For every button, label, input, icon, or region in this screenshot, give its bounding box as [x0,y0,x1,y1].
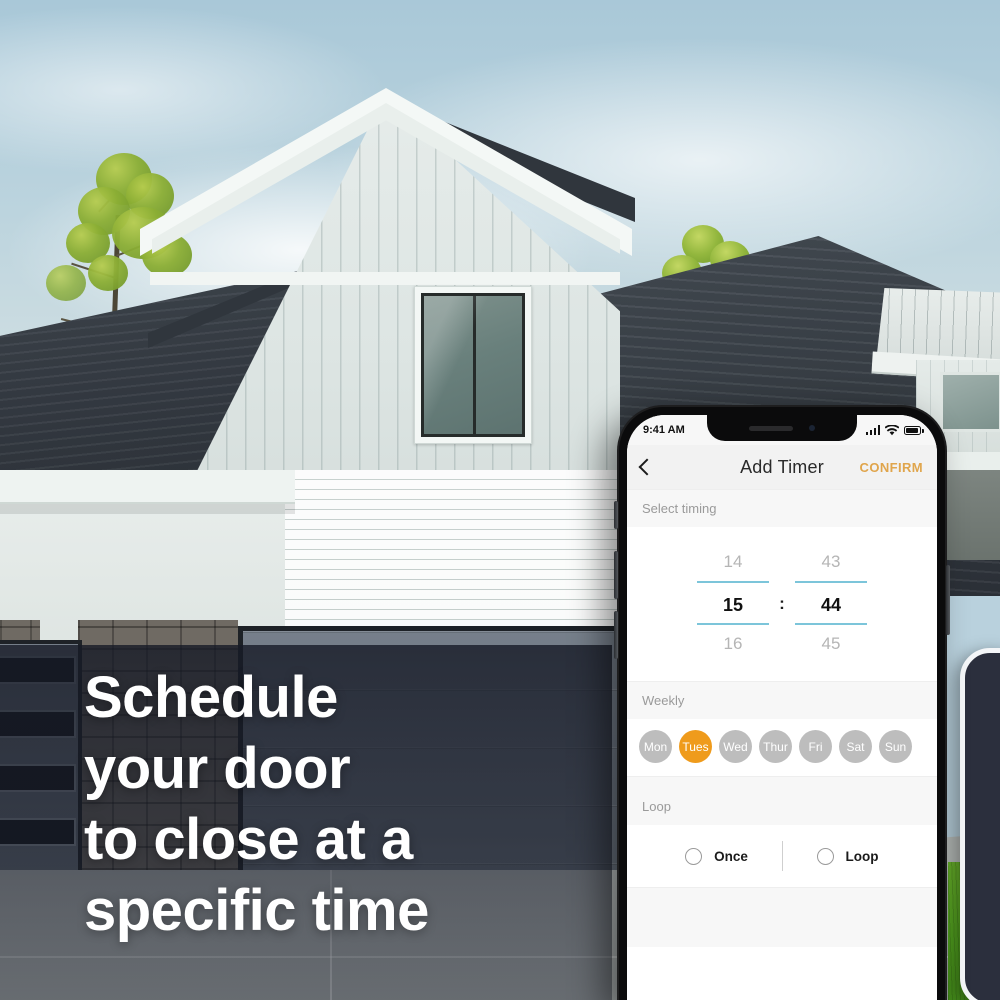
time-picker[interactable]: 14 15 16 : 43 44 45 [627,527,937,681]
loop-label: Loop [627,776,937,825]
phone-screen: 9:41 AM Add Timer CONFIRM Select timing [627,415,937,1000]
cellular-bars-icon [865,425,880,435]
phone-mockup: 9:41 AM Add Timer CONFIRM Select timing [614,405,950,1000]
screen-bottom-filler [627,887,937,947]
radio-once-icon[interactable] [685,847,703,865]
hour-next[interactable]: 16 [697,625,769,663]
day-pill-wed[interactable]: Wed [719,730,752,763]
confirm-button[interactable]: CONFIRM [860,460,923,475]
app-navbar: Add Timer CONFIRM [627,445,937,489]
headline-line-3: to close at a [84,807,413,872]
secondary-phone-mockup [960,648,1000,1000]
loop-option-once-label: Once [714,848,748,864]
minute-selected[interactable]: 44 [795,581,867,625]
battery-icon [904,425,924,435]
earpiece-speaker-icon [749,425,793,431]
front-soffit-shadow [0,504,295,514]
headline-line-1: Schedule [84,665,338,730]
status-bar-indicators [865,424,924,436]
loop-option-once[interactable]: Once [658,847,776,865]
headline-line-4: specific time [84,878,429,943]
minute-prev[interactable]: 43 [795,543,867,581]
time-separator: : [779,594,785,613]
day-pill-tues[interactable]: Tues [679,730,712,763]
hour-column[interactable]: 14 15 16 [697,543,769,663]
status-bar-time: 9:41 AM [643,424,685,436]
day-pill-sun[interactable]: Sun [879,730,912,763]
wifi-icon [885,424,899,435]
back-chevron-icon[interactable] [638,458,656,476]
phone-notch [707,415,857,441]
day-pill-fri[interactable]: Fri [799,730,832,763]
weekday-selector[interactable]: Mon Tues Wed Thur Fri Sat Sun [627,719,937,776]
day-pill-thur[interactable]: Thur [759,730,792,763]
gable-horizontal-band [150,272,620,285]
minute-column[interactable]: 43 44 45 [795,543,867,663]
front-camera-icon [809,425,815,431]
time-picker-section: 14 15 16 : 43 44 45 [627,527,937,681]
hour-selected[interactable]: 15 [697,581,769,625]
status-bar: 9:41 AM [627,415,937,445]
day-pill-mon[interactable]: Mon [639,730,672,763]
loop-option-loop-label: Loop [845,848,879,864]
right-dormer-window [940,372,1000,432]
loop-options-divider [781,841,783,871]
day-pill-sat[interactable]: Sat [839,730,872,763]
weekly-label: Weekly [627,681,937,719]
minute-next[interactable]: 45 [795,625,867,663]
gable-window [421,293,525,437]
loop-options: Once Loop [627,825,937,887]
hour-prev[interactable]: 14 [697,543,769,581]
promo-headline: Schedule your door to close at a specifi… [84,662,604,946]
select-timing-label: Select timing [627,489,937,527]
front-soffit [0,470,295,504]
headline-line-2: your door [84,736,351,801]
loop-option-loop[interactable]: Loop [789,847,907,865]
radio-loop-icon[interactable] [816,847,834,865]
